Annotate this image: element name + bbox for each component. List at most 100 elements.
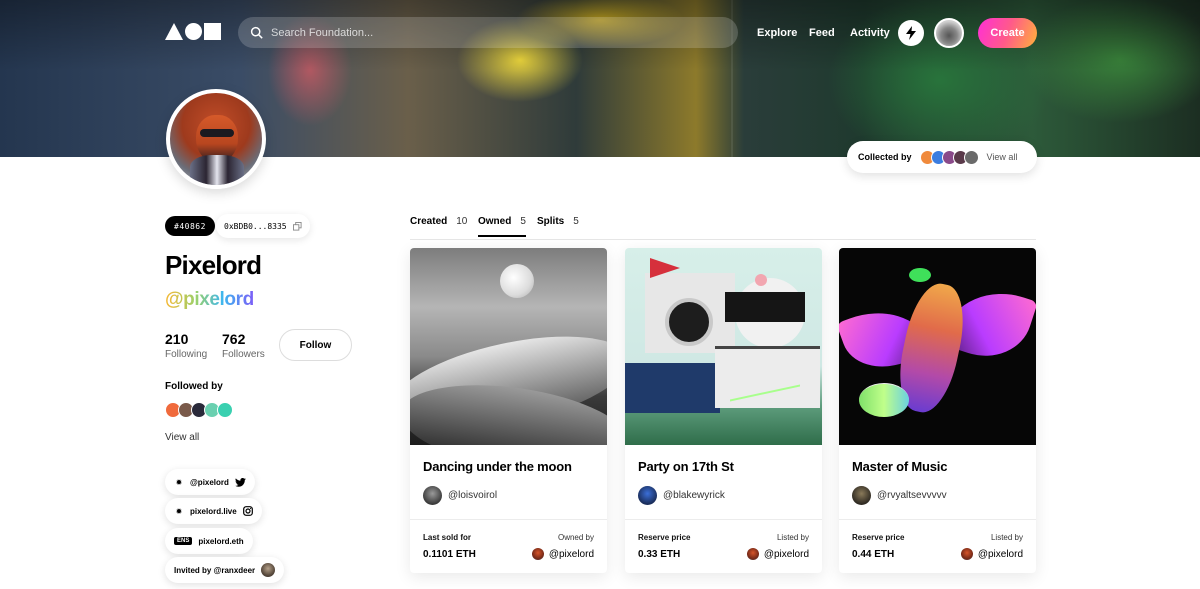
nft-title[interactable]: Master of Music <box>852 459 947 474</box>
avatar-armor <box>190 155 244 185</box>
art-sun <box>755 274 767 286</box>
price-label: Reserve price <box>852 533 905 542</box>
owner-handle: @pixelord <box>548 548 594 560</box>
create-button[interactable]: Create <box>978 18 1037 48</box>
notifications-button[interactable] <box>898 20 924 46</box>
twitter-icon <box>235 477 246 487</box>
following-count[interactable]: 210 <box>165 331 188 347</box>
followed-view-all[interactable]: View all <box>165 432 199 443</box>
logo-square <box>204 23 221 40</box>
tab-label: Splits <box>537 216 565 227</box>
profile-handle: @pixelord <box>165 289 254 310</box>
followed-by-label: Followed by <box>165 381 223 392</box>
collector-avatars <box>919 149 979 165</box>
user-avatar[interactable] <box>934 18 964 48</box>
nft-artwork[interactable] <box>839 248 1036 445</box>
art-shape <box>665 298 713 346</box>
nav-activity[interactable]: Activity <box>850 27 890 39</box>
price-value: 0.33 ETH <box>638 549 681 560</box>
verified-gear-icon: ✹ <box>175 477 183 487</box>
tab-owned[interactable]: Owned 5 <box>478 216 526 237</box>
nft-card-footer: Last sold for 0.1101 ETH Owned by @pixel… <box>410 519 607 573</box>
search-input[interactable] <box>271 26 711 39</box>
foundation-logo[interactable] <box>165 23 221 40</box>
lightning-icon <box>906 26 916 40</box>
price-label: Reserve price <box>638 533 691 542</box>
followers-count[interactable]: 762 <box>222 331 245 347</box>
followed-by-avatars[interactable] <box>165 402 233 418</box>
creator-handle: @blakewyrick <box>663 490 725 501</box>
invited-by-text: Invited by @ranxdeer <box>174 565 256 575</box>
lister-label: Listed by <box>776 533 809 542</box>
lister-handle: @pixelord <box>977 548 1023 560</box>
twitter-handle: @pixelord <box>190 477 229 487</box>
top-nav: Explore Feed Activity Create <box>0 0 1200 66</box>
creator-avatar <box>638 486 657 505</box>
ens-icon: ENS <box>174 537 193 545</box>
lister-avatar <box>746 548 759 560</box>
nft-card[interactable]: Dancing under the moon @loisvoirol Last … <box>410 248 607 573</box>
ens-link[interactable]: ENS pixelord.eth <box>165 528 253 554</box>
copy-icon[interactable] <box>292 221 302 231</box>
search-bar[interactable] <box>238 17 738 48</box>
nft-creator[interactable]: @loisvoirol <box>423 486 497 505</box>
profile-tabs: Created 10 Owned 5 Splits 5 <box>410 216 1036 240</box>
follower-avatar <box>217 402 233 418</box>
collector-avatar <box>963 149 979 165</box>
token-id-badge: #40862 <box>165 216 215 236</box>
tab-count: 5 <box>520 216 526 227</box>
lister[interactable]: @pixelord <box>746 548 809 560</box>
ens-text: pixelord.eth <box>198 536 244 546</box>
website-link[interactable]: ✹ pixelord.live <box>165 498 262 524</box>
tab-label: Owned <box>478 216 512 227</box>
art-shape <box>625 363 720 413</box>
nav-feed[interactable]: Feed <box>809 27 835 39</box>
creator-handle: @rvyaltsevvvvv <box>877 490 947 501</box>
tab-label: Created <box>410 216 448 227</box>
nft-title[interactable]: Dancing under the moon <box>423 459 572 474</box>
nft-title[interactable]: Party on 17th St <box>638 459 734 474</box>
profile-name: Pixelord <box>165 250 262 280</box>
follow-button[interactable]: Follow <box>279 329 352 361</box>
tab-count: 5 <box>573 216 579 227</box>
nft-artwork[interactable] <box>625 248 822 445</box>
tab-created[interactable]: Created 10 <box>410 216 467 227</box>
search-icon <box>250 26 263 39</box>
creator-handle: @loisvoirol <box>448 490 498 501</box>
price-value: 0.1101 ETH <box>423 549 476 560</box>
tab-count: 10 <box>456 216 468 227</box>
nft-creator[interactable]: @rvyaltsevvvvv <box>852 486 947 505</box>
price-label: Last sold for <box>423 533 472 542</box>
lister-avatar <box>960 548 973 560</box>
wallet-address[interactable]: 0xBDB0...8335 <box>216 214 310 238</box>
inviter-avatar <box>261 563 276 577</box>
collected-by-label: Collected by <box>858 152 912 162</box>
wallet-address-text: 0xBDB0...8335 <box>224 221 287 231</box>
instagram-icon <box>242 506 253 516</box>
art-foot <box>859 383 909 417</box>
website-text: pixelord.live <box>190 506 237 516</box>
nav-explore[interactable]: Explore <box>757 27 797 39</box>
nft-artwork[interactable] <box>410 248 607 445</box>
logo-circle <box>185 23 202 40</box>
logo-triangle <box>165 23 183 40</box>
lister[interactable]: @pixelord <box>960 548 1023 560</box>
twitter-link[interactable]: ✹ @pixelord <box>165 469 255 495</box>
owner[interactable]: @pixelord <box>531 548 594 560</box>
lister-label: Listed by <box>990 533 1023 542</box>
invited-by-pill[interactable]: Invited by @ranxdeer <box>165 557 285 583</box>
nft-card[interactable]: Master of Music @rvyaltsevvvvv Reserve p… <box>839 248 1036 573</box>
collected-by-pill[interactable]: Collected by View all <box>847 141 1037 173</box>
nft-creator[interactable]: @blakewyrick <box>638 486 725 505</box>
nft-card[interactable]: Party on 17th St @blakewyrick Reserve pr… <box>625 248 822 573</box>
art-leaf <box>909 268 931 282</box>
verified-gear-icon: ✹ <box>175 506 183 516</box>
tab-splits[interactable]: Splits 5 <box>537 216 579 227</box>
owner-label: Owned by <box>557 533 594 542</box>
nft-card-footer: Reserve price 0.44 ETH Listed by @pixelo… <box>839 519 1036 573</box>
nft-card-footer: Reserve price 0.33 ETH Listed by @pixelo… <box>625 519 822 573</box>
following-label: Following <box>165 349 208 360</box>
collected-view-all[interactable]: View all <box>987 152 1018 162</box>
creator-avatar <box>852 486 871 505</box>
price-value: 0.44 ETH <box>852 549 895 560</box>
